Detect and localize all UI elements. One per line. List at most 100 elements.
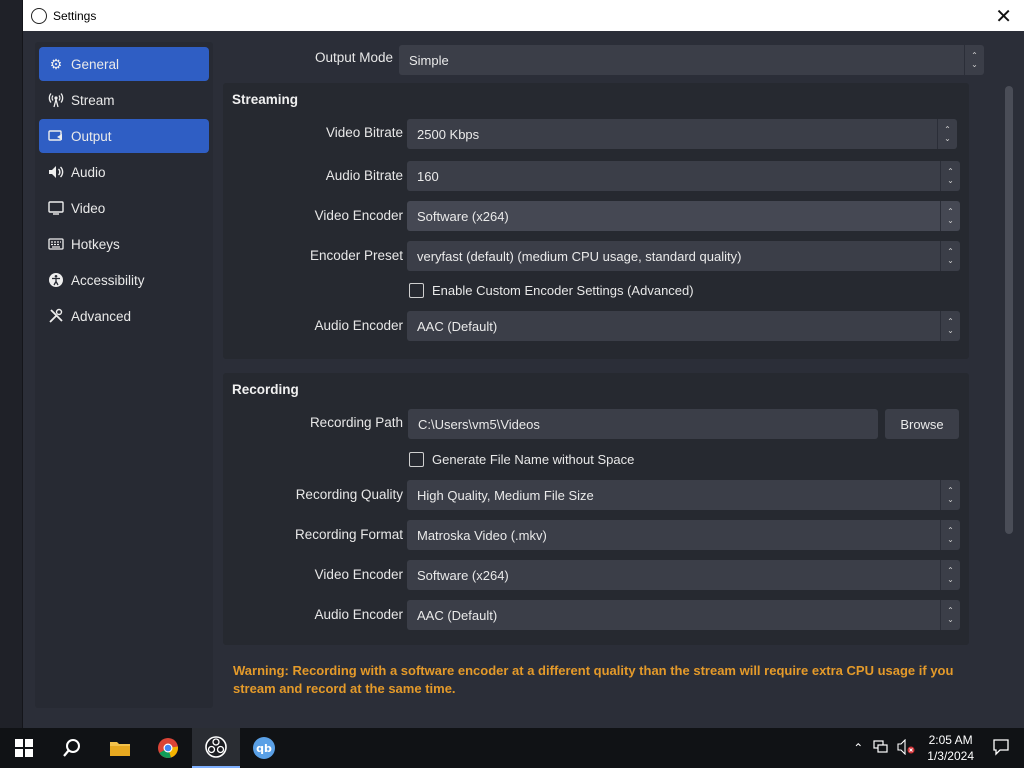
checkbox-box[interactable] [409, 452, 424, 467]
video-encoder-value: Software (x264) [417, 208, 509, 224]
audio-bitrate-select[interactable]: 160 ⌃ ⌄ [407, 161, 960, 191]
recording-title: Recording [232, 382, 299, 397]
select-arrows-icon: ⌃ ⌄ [940, 241, 960, 271]
sidebar-item-label: General [71, 56, 120, 72]
recording-audio-encoder-select[interactable]: AAC (Default) ⌃ ⌄ [407, 600, 960, 630]
sidebar-item-label: Accessibility [71, 272, 145, 288]
window-title: Settings [53, 8, 97, 23]
keyboard-icon [47, 235, 65, 253]
recording-video-encoder-value: Software (x264) [417, 567, 509, 583]
clock-date: 1/3/2024 [927, 749, 974, 763]
volume-muted-icon[interactable] [897, 738, 915, 758]
select-arrows-icon: ⌃ ⌄ [940, 480, 960, 510]
clock-time: 2:05 AM [928, 733, 973, 747]
search-button[interactable] [48, 728, 96, 768]
start-button[interactable] [0, 728, 48, 768]
custom-encoder-label: Enable Custom Encoder Settings (Advanced… [432, 283, 694, 298]
recording-path-value: C:\Users\vm5\Videos [418, 416, 540, 432]
sidebar-item-label: Audio [71, 164, 106, 180]
file-explorer-button[interactable] [96, 728, 144, 768]
video-encoder-label: Video Encoder [314, 208, 403, 223]
sidebar-item-general[interactable]: ⚙ General [39, 47, 209, 81]
windows-icon [15, 739, 33, 757]
output-icon [47, 127, 65, 145]
recording-video-encoder-select[interactable]: Software (x264) ⌃ ⌄ [407, 560, 960, 590]
antenna-icon [47, 91, 65, 109]
select-arrows-icon: ⌃ ⌄ [940, 600, 960, 630]
recording-audio-encoder-label: Audio Encoder [314, 607, 403, 622]
qbittorrent-icon: qb [253, 737, 275, 759]
accessibility-icon [47, 271, 65, 289]
spinner-arrows-icon[interactable]: ⌃ ⌄ [937, 119, 957, 149]
video-bitrate-spinner[interactable]: 2500 Kbps ⌃ ⌄ [407, 119, 957, 149]
chrome-button[interactable] [144, 728, 192, 768]
sidebar-item-audio[interactable]: Audio [39, 155, 209, 189]
vertical-scrollbar[interactable] [1005, 86, 1013, 534]
settings-sidebar: ⚙ General Stream Output Audio Video Hotk… [35, 42, 213, 708]
recording-path-label: Recording Path [309, 415, 403, 430]
clock[interactable]: 2:05 AM 1/3/2024 [927, 732, 974, 764]
select-arrows-icon: ⌃ ⌄ [940, 161, 960, 191]
sidebar-item-hotkeys[interactable]: Hotkeys [39, 227, 209, 261]
sidebar-item-stream[interactable]: Stream [39, 83, 209, 117]
encoder-preset-label: Encoder Preset [309, 248, 403, 263]
qbittorrent-button[interactable]: qb [240, 728, 288, 768]
encoder-preset-select[interactable]: veryfast (default) (medium CPU usage, st… [407, 241, 960, 271]
audio-bitrate-label: Audio Bitrate [325, 168, 403, 183]
recording-quality-select[interactable]: High Quality, Medium File Size ⌃ ⌄ [407, 480, 960, 510]
sidebar-item-video[interactable]: Video [39, 191, 209, 225]
taskbar: qb ⌃ 2:05 AM 1/3/2024 [0, 728, 1024, 768]
recording-audio-encoder-value: AAC (Default) [417, 607, 498, 623]
svg-text:qb: qb [256, 742, 272, 755]
sidebar-item-label: Stream [71, 92, 115, 108]
video-bitrate-value: 2500 Kbps [417, 126, 480, 142]
select-arrows-icon: ⌃ ⌄ [940, 560, 960, 590]
browse-button[interactable]: Browse [885, 409, 959, 439]
recording-format-value: Matroska Video (.mkv) [417, 527, 547, 543]
no-space-checkbox[interactable]: Generate File Name without Space [409, 452, 634, 467]
sidebar-item-label: Advanced [71, 308, 132, 324]
checkbox-box[interactable] [409, 283, 424, 298]
wrench-icon [47, 307, 65, 325]
obs-taskbar-button[interactable] [192, 728, 240, 768]
select-arrows-icon: ⌃ ⌄ [940, 520, 960, 550]
close-button[interactable]: ✕ [995, 4, 1012, 29]
folder-icon [110, 742, 130, 756]
title-bar: Settings ✕ [23, 0, 1024, 31]
output-mode-value: Simple [409, 52, 449, 68]
notification-icon[interactable] [992, 738, 1010, 759]
recording-video-encoder-label: Video Encoder [314, 567, 403, 582]
audio-encoder-label: Audio Encoder [314, 318, 403, 333]
network-icon[interactable] [873, 739, 889, 757]
obs-icon [31, 7, 47, 24]
audio-bitrate-value: 160 [417, 168, 439, 184]
recording-format-select[interactable]: Matroska Video (.mkv) ⌃ ⌄ [407, 520, 960, 550]
sidebar-item-label: Hotkeys [71, 236, 120, 252]
sidebar-item-label: Video [71, 200, 106, 216]
speaker-icon [47, 163, 65, 181]
recording-format-label: Recording Format [294, 527, 403, 542]
gear-icon: ⚙ [49, 55, 63, 72]
video-encoder-select[interactable]: Software (x264) ⌃ ⌄ [407, 201, 960, 231]
custom-encoder-checkbox[interactable]: Enable Custom Encoder Settings (Advanced… [409, 283, 694, 298]
output-mode-select[interactable]: Simple ⌃ ⌄ [399, 45, 984, 75]
sidebar-item-label: Output [71, 128, 112, 144]
search-icon [63, 739, 80, 757]
monitor-icon [47, 199, 65, 217]
select-arrows-icon: ⌃ ⌄ [940, 311, 960, 341]
audio-encoder-value: AAC (Default) [417, 318, 498, 334]
audio-encoder-select[interactable]: AAC (Default) ⌃ ⌄ [407, 311, 960, 341]
recording-quality-value: High Quality, Medium File Size [417, 487, 594, 503]
sidebar-item-accessibility[interactable]: Accessibility [39, 263, 209, 297]
output-mode-label: Output Mode [314, 50, 393, 65]
video-bitrate-label: Video Bitrate [325, 125, 403, 140]
sidebar-item-output[interactable]: Output [39, 119, 209, 153]
chrome-icon [158, 738, 179, 758]
select-arrows-icon: ⌃ ⌄ [940, 201, 960, 231]
settings-window: Settings ✕ ⚙ General Stream Output Audio [22, 0, 1024, 728]
recording-quality-label: Recording Quality [295, 487, 403, 502]
streaming-title: Streaming [232, 92, 299, 107]
sidebar-item-advanced[interactable]: Advanced [39, 299, 209, 333]
recording-path-input[interactable]: C:\Users\vm5\Videos [408, 409, 878, 439]
chevron-up-icon[interactable]: ⌃ [853, 741, 863, 755]
